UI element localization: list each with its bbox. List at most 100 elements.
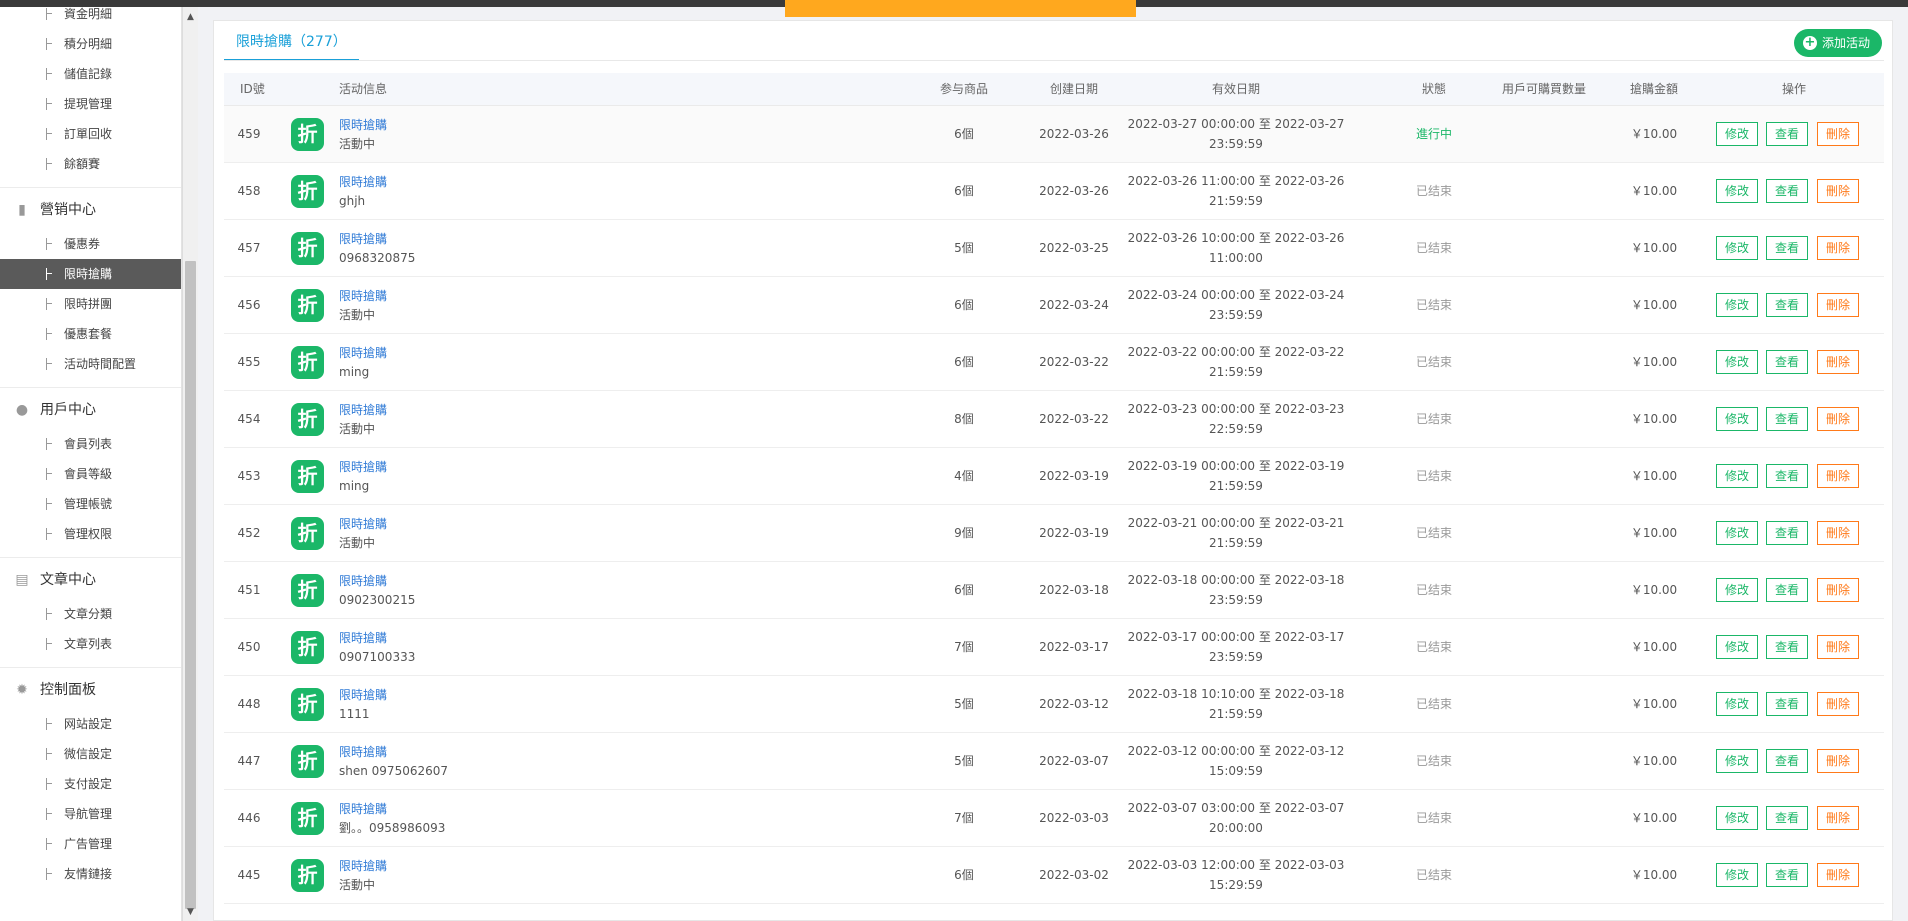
sidebar-item[interactable]: 导航管理 — [0, 799, 181, 829]
validity-start: 2022-03-18 10:10:00 至 2022-03-18 — [1127, 687, 1345, 701]
edit-button[interactable]: 修改 — [1716, 635, 1758, 659]
activity-title-link[interactable]: 限時搶購 — [339, 230, 739, 248]
view-button[interactable]: 查看 — [1766, 464, 1808, 488]
delete-button[interactable]: 刪除 — [1817, 179, 1859, 203]
sidebar-item[interactable]: 限時拼團 — [0, 289, 181, 319]
activity-title-link[interactable]: 限時搶購 — [339, 743, 739, 761]
gear-icon: ✹ — [16, 682, 28, 698]
sidebar-item[interactable]: 優惠券 — [0, 229, 181, 259]
delete-button[interactable]: 刪除 — [1817, 293, 1859, 317]
edit-button[interactable]: 修改 — [1716, 578, 1758, 602]
view-button[interactable]: 查看 — [1766, 806, 1808, 830]
activity-title-link[interactable]: 限時搶購 — [339, 857, 739, 875]
activity-title-link[interactable]: 限時搶購 — [339, 116, 739, 134]
sidebar-item[interactable]: 活动時間配置 — [0, 349, 181, 379]
activity-title-link[interactable]: 限時搶購 — [339, 629, 739, 647]
activity-title-link[interactable]: 限時搶購 — [339, 686, 739, 704]
delete-button[interactable]: 刪除 — [1817, 806, 1859, 830]
sidebar-item[interactable]: 餘額賽 — [0, 149, 181, 179]
sidebar-item[interactable]: 微信設定 — [0, 739, 181, 769]
tree-branch-icon — [46, 68, 52, 80]
scroll-down-arrow-icon[interactable]: ▼ — [183, 907, 198, 921]
view-button[interactable]: 查看 — [1766, 578, 1808, 602]
edit-button[interactable]: 修改 — [1716, 293, 1758, 317]
edit-button[interactable]: 修改 — [1716, 521, 1758, 545]
activity-title-link[interactable]: 限時搶購 — [339, 287, 739, 305]
delete-button[interactable]: 刪除 — [1817, 236, 1859, 260]
sidebar-item[interactable]: 文章分類 — [0, 599, 181, 629]
sidebar-item[interactable]: 積分明細 — [0, 29, 181, 59]
delete-button[interactable]: 刪除 — [1817, 407, 1859, 431]
activity-info: 限時搶購 0907100333 — [339, 629, 739, 667]
tab-flash-sale[interactable]: 限時搶購（277） — [224, 29, 359, 61]
cell-price: ￥10.00 — [1630, 355, 1678, 369]
edit-button[interactable]: 修改 — [1716, 464, 1758, 488]
delete-button[interactable]: 刪除 — [1817, 521, 1859, 545]
cell-created: 2022-03-03 — [1039, 811, 1109, 825]
view-button[interactable]: 查看 — [1766, 863, 1808, 887]
add-activity-button[interactable]: + 添加活动 — [1794, 29, 1882, 57]
edit-button[interactable]: 修改 — [1716, 122, 1758, 146]
sidebar-item[interactable]: 网站設定 — [0, 709, 181, 739]
sidebar-group-header[interactable]: ● 用戶中心 — [0, 387, 181, 431]
sidebar-item[interactable]: 資金明細 — [0, 7, 181, 29]
activity-title-link[interactable]: 限時搶購 — [339, 401, 739, 419]
sidebar-item[interactable]: 友情鏈接 — [0, 859, 181, 889]
view-button[interactable]: 查看 — [1766, 407, 1808, 431]
edit-button[interactable]: 修改 — [1716, 236, 1758, 260]
scroll-thumb[interactable] — [185, 261, 196, 909]
sidebar-item[interactable]: 管理权限 — [0, 519, 181, 549]
sidebar-item[interactable]: 文章列表 — [0, 629, 181, 659]
delete-button[interactable]: 刪除 — [1817, 863, 1859, 887]
edit-button[interactable]: 修改 — [1716, 350, 1758, 374]
delete-button[interactable]: 刪除 — [1817, 635, 1859, 659]
activity-title-link[interactable]: 限時搶購 — [339, 344, 739, 362]
edit-button[interactable]: 修改 — [1716, 179, 1758, 203]
sidebar-item[interactable]: 支付設定 — [0, 769, 181, 799]
view-button[interactable]: 查看 — [1766, 122, 1808, 146]
validity-end: 23:59:59 — [1209, 650, 1263, 664]
edit-button[interactable]: 修改 — [1716, 749, 1758, 773]
cell-created: 2022-03-12 — [1039, 697, 1109, 711]
edit-button[interactable]: 修改 — [1716, 407, 1758, 431]
sidebar-group-header[interactable]: ✹ 控制面板 — [0, 667, 181, 711]
edit-button[interactable]: 修改 — [1716, 692, 1758, 716]
delete-button[interactable]: 刪除 — [1817, 122, 1859, 146]
view-button[interactable]: 查看 — [1766, 179, 1808, 203]
edit-button[interactable]: 修改 — [1716, 863, 1758, 887]
sidebar-item[interactable]: 優惠套餐 — [0, 319, 181, 349]
view-button[interactable]: 查看 — [1766, 350, 1808, 374]
sidebar-group-header[interactable]: ▮ 營销中心 — [0, 187, 181, 231]
sidebar-item[interactable]: 訂單回收 — [0, 119, 181, 149]
sidebar-scrollbar[interactable]: ▲ ▼ — [182, 7, 198, 921]
cell-created: 2022-03-22 — [1039, 412, 1109, 426]
sidebar-group-header[interactable]: ▤ 文章中心 — [0, 557, 181, 601]
delete-button[interactable]: 刪除 — [1817, 692, 1859, 716]
sidebar-item[interactable]: 會員列表 — [0, 429, 181, 459]
sidebar-item[interactable]: 儲值記錄 — [0, 59, 181, 89]
activity-title-link[interactable]: 限時搶購 — [339, 173, 739, 191]
activity-title-link[interactable]: 限時搶購 — [339, 515, 739, 533]
activity-subtitle: 0902300215 — [339, 593, 416, 607]
sidebar-item[interactable]: 广告管理 — [0, 829, 181, 859]
activity-title-link[interactable]: 限時搶購 — [339, 572, 739, 590]
view-button[interactable]: 查看 — [1766, 521, 1808, 545]
delete-button[interactable]: 刪除 — [1817, 578, 1859, 602]
activity-title-link[interactable]: 限時搶購 — [339, 800, 739, 818]
delete-button[interactable]: 刪除 — [1817, 749, 1859, 773]
discount-icon: 折 — [291, 460, 324, 493]
view-button[interactable]: 查看 — [1766, 635, 1808, 659]
delete-button[interactable]: 刪除 — [1817, 350, 1859, 374]
sidebar-item[interactable]: 會員等級 — [0, 459, 181, 489]
edit-button[interactable]: 修改 — [1716, 806, 1758, 830]
view-button[interactable]: 查看 — [1766, 293, 1808, 317]
scroll-up-arrow-icon[interactable]: ▲ — [183, 9, 198, 25]
delete-button[interactable]: 刪除 — [1817, 464, 1859, 488]
view-button[interactable]: 查看 — [1766, 692, 1808, 716]
sidebar-item[interactable]: 管理帳號 — [0, 489, 181, 519]
activity-title-link[interactable]: 限時搶購 — [339, 458, 739, 476]
view-button[interactable]: 查看 — [1766, 236, 1808, 260]
sidebar-item[interactable]: 提現管理 — [0, 89, 181, 119]
sidebar-item[interactable]: 限時搶購 — [0, 259, 181, 289]
view-button[interactable]: 查看 — [1766, 749, 1808, 773]
